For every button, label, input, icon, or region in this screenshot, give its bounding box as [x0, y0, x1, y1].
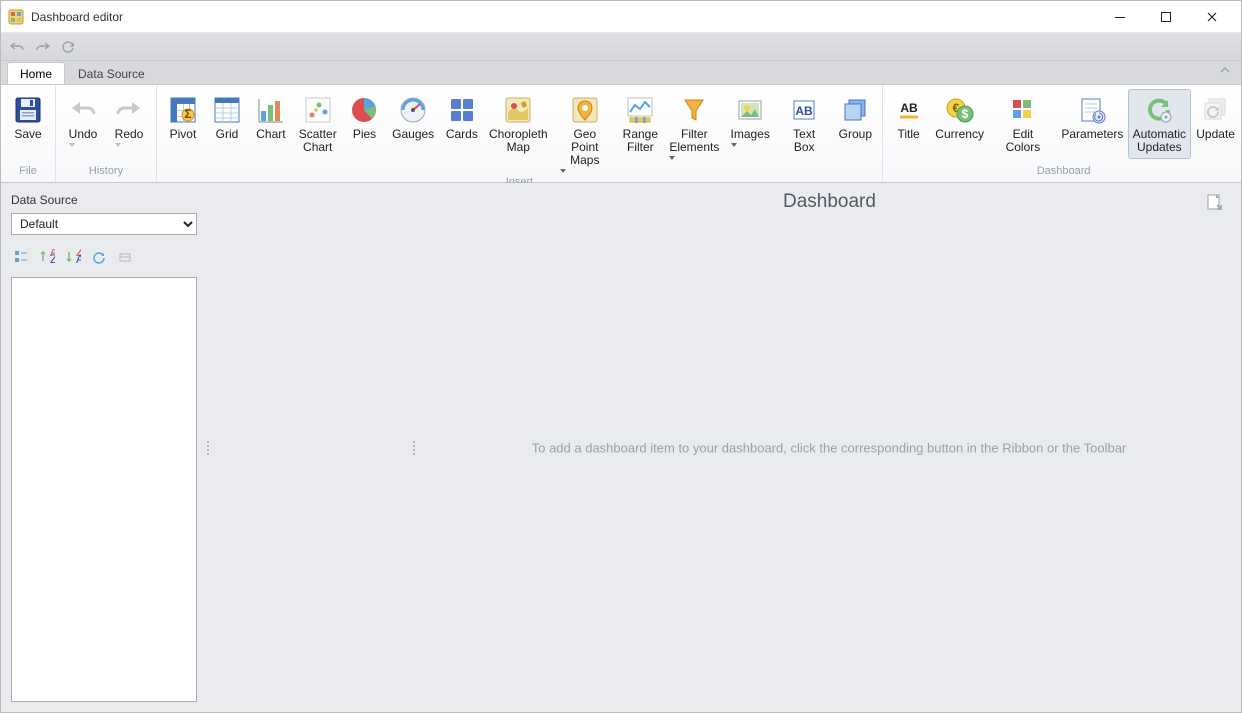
close-button[interactable] — [1189, 1, 1235, 33]
auto-updates-icon — [1143, 94, 1175, 126]
chevron-down-icon — [115, 143, 121, 147]
range-filter-icon — [624, 94, 656, 126]
ribbon-group-insert: Σ Pivot Grid Chart Scatter Chart — [157, 85, 883, 182]
title-bar: Dashboard editor — [1, 1, 1241, 33]
currency-button[interactable]: €$ Currency — [930, 89, 989, 159]
colors-icon — [1007, 94, 1039, 126]
undo-button[interactable]: Undo — [60, 89, 106, 159]
images-button[interactable]: Images — [725, 89, 776, 159]
chart-button[interactable]: Chart — [249, 89, 293, 159]
ribbon-group-file: Save File — [1, 85, 56, 182]
pivot-button[interactable]: Σ Pivot — [161, 89, 205, 159]
window-title: Dashboard editor — [31, 10, 123, 24]
qat-refresh-icon[interactable] — [61, 40, 75, 54]
save-icon — [12, 94, 44, 126]
empty-dashboard-hint: To add a dashboard item to your dashboar… — [417, 440, 1241, 455]
quick-access-toolbar — [1, 33, 1241, 61]
ribbon-group-history: Undo Redo History — [56, 85, 157, 182]
chevron-down-icon — [731, 143, 737, 147]
ribbon-collapse-icon[interactable] — [1219, 64, 1231, 76]
group-label-dashboard: Dashboard — [883, 165, 1242, 182]
item-settings-panel — [211, 183, 411, 712]
cards-button[interactable]: Cards — [440, 89, 484, 159]
title-icon: AB — [893, 94, 925, 126]
field-list[interactable] — [11, 277, 197, 702]
ribbon-tabs: Home Data Source — [1, 61, 1241, 85]
pies-button[interactable]: Pies — [343, 89, 387, 159]
export-icon[interactable] — [1205, 193, 1223, 211]
update-icon — [1200, 94, 1232, 126]
app-window: Dashboard editor Home Data Source Save — [0, 0, 1242, 713]
refresh-fields-icon[interactable] — [89, 247, 109, 267]
update-button[interactable]: Update — [1191, 89, 1241, 159]
svg-text:AB: AB — [795, 104, 813, 118]
tab-home[interactable]: Home — [7, 62, 65, 84]
group-fields-icon[interactable] — [11, 247, 31, 267]
group-label-history: History — [56, 165, 156, 182]
chevron-down-icon — [560, 169, 566, 173]
redo-button[interactable]: Redo — [106, 89, 152, 159]
edit-colors-button[interactable]: Edit Colors — [989, 89, 1057, 159]
text-box-icon: AB — [788, 94, 820, 126]
parameters-button[interactable]: Parameters — [1057, 89, 1128, 159]
group-label-file: File — [1, 165, 55, 182]
title-button[interactable]: AB Title — [887, 89, 930, 159]
ribbon: Save File Undo Redo — [1, 85, 1241, 183]
geo-point-icon — [569, 94, 601, 126]
choropleth-icon — [502, 94, 534, 126]
data-source-label: Data Source — [11, 193, 197, 207]
cards-icon — [446, 94, 478, 126]
scatter-chart-button[interactable]: Scatter Chart — [293, 89, 343, 159]
sort-asc-icon[interactable]: AZ — [37, 247, 57, 267]
undo-icon — [67, 94, 99, 126]
qat-undo-icon[interactable] — [9, 40, 25, 54]
pivot-icon: Σ — [167, 94, 199, 126]
svg-text:AB: AB — [900, 101, 918, 115]
image-icon — [734, 94, 766, 126]
geo-point-maps-button[interactable]: Geo Point Maps — [553, 89, 617, 176]
chevron-down-icon — [669, 156, 675, 160]
parameters-icon — [1076, 94, 1108, 126]
redo-icon — [113, 94, 145, 126]
dashboard-title: Dashboard — [783, 191, 876, 213]
chart-icon — [255, 94, 287, 126]
currency-icon: €$ — [944, 94, 976, 126]
filter-icon — [678, 94, 710, 126]
qat-redo-icon[interactable] — [35, 40, 51, 54]
svg-text:A: A — [76, 252, 81, 265]
pie-icon — [348, 94, 380, 126]
app-icon — [7, 8, 25, 26]
data-source-select[interactable]: Default — [11, 213, 197, 235]
body: Data Source Default AZ ZA Dashboard To a… — [1, 183, 1241, 712]
ribbon-group-dashboard: AB Title €$ Currency Edit Colors Paramet… — [883, 85, 1242, 182]
dashboard-canvas: Dashboard To add a dashboard item to you… — [417, 183, 1241, 712]
gauge-icon — [397, 94, 429, 126]
group-icon — [839, 94, 871, 126]
range-filter-button[interactable]: Range Filter — [617, 89, 664, 159]
save-button[interactable]: Save — [5, 89, 51, 159]
scatter-icon — [302, 94, 334, 126]
field-list-toolbar: AZ ZA — [11, 247, 197, 267]
svg-text:Z: Z — [50, 252, 55, 265]
tab-data-source[interactable]: Data Source — [65, 62, 158, 84]
gauges-button[interactable]: Gauges — [386, 89, 439, 159]
svg-text:Σ: Σ — [184, 107, 191, 121]
chevron-down-icon — [69, 143, 75, 147]
data-source-panel: Data Source Default AZ ZA — [1, 183, 205, 712]
choropleth-map-button[interactable]: Choropleth Map — [484, 89, 553, 159]
group-button[interactable]: Group — [833, 89, 878, 159]
maximize-button[interactable] — [1143, 1, 1189, 33]
text-box-button[interactable]: AB Text Box — [776, 89, 833, 159]
sort-desc-icon[interactable]: ZA — [63, 247, 83, 267]
svg-text:$: $ — [961, 107, 968, 121]
grid-button[interactable]: Grid — [205, 89, 249, 159]
grid-icon — [211, 94, 243, 126]
automatic-updates-button[interactable]: Automatic Updates — [1128, 89, 1191, 159]
edit-fields-icon[interactable] — [115, 247, 135, 267]
minimize-button[interactable] — [1097, 1, 1143, 33]
filter-elements-button[interactable]: Filter Elements — [664, 89, 725, 163]
